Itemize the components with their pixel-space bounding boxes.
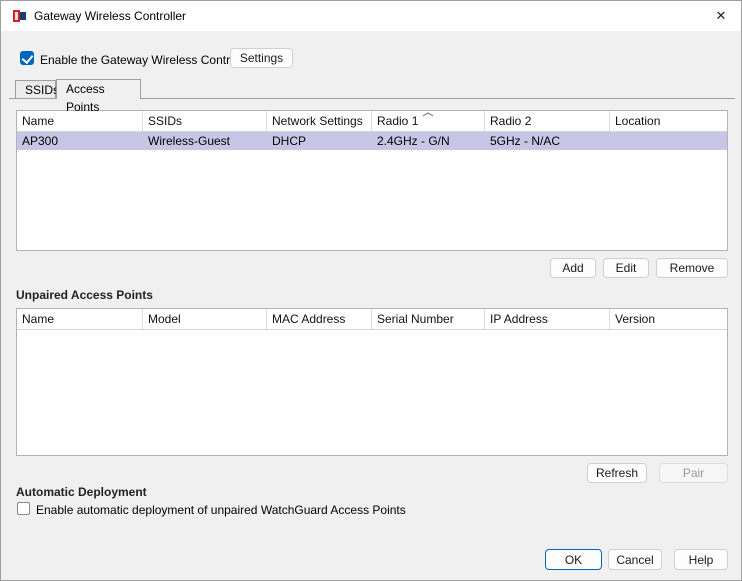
automatic-deployment-heading: Automatic Deployment (16, 485, 147, 499)
column-header-radio1[interactable]: Radio 1 (372, 111, 485, 131)
column-header-radio2[interactable]: Radio 2 (485, 111, 610, 131)
app-icon (12, 8, 28, 24)
remove-button[interactable]: Remove (656, 258, 728, 278)
cell-ssids: Wireless-Guest (148, 134, 231, 148)
auto-deploy-label: Enable automatic deployment of unpaired … (36, 503, 406, 517)
gateway-wireless-controller-dialog: Gateway Wireless Controller ✕ Enable the… (0, 0, 742, 581)
settings-button[interactable]: Settings (230, 48, 293, 68)
cell-radio1: 2.4GHz - G/N (377, 134, 450, 148)
cell-name: AP300 (22, 134, 59, 148)
unpaired-heading: Unpaired Access Points (16, 288, 153, 302)
table-row[interactable]: AP300 Wireless-Guest DHCP 2.4GHz - G/N 5… (17, 132, 727, 150)
tab-ssids[interactable]: SSIDs (15, 80, 59, 99)
unpaired-table: Name Model MAC Address Serial Number IP … (16, 308, 728, 456)
help-button[interactable]: Help (674, 549, 728, 570)
edit-button[interactable]: Edit (603, 258, 649, 278)
access-points-table: Name SSIDs Network Settings Radio 1 Radi… (16, 110, 728, 251)
title-bar: Gateway Wireless Controller ✕ (1, 1, 741, 31)
cell-network-settings: DHCP (272, 134, 307, 148)
column-header-ip-address[interactable]: IP Address (485, 309, 610, 329)
refresh-button[interactable]: Refresh (587, 463, 647, 483)
pair-button: Pair (659, 463, 728, 483)
column-header-ssids[interactable]: SSIDs (143, 111, 267, 131)
unpaired-table-header: Name Model MAC Address Serial Number IP … (17, 309, 727, 330)
cell-location (610, 132, 727, 150)
cell-radio2: 5GHz - N/AC (490, 134, 561, 148)
access-points-table-header: Name SSIDs Network Settings Radio 1 Radi… (17, 111, 727, 132)
column-header-mac-address[interactable]: MAC Address (267, 309, 372, 329)
column-header-serial-number[interactable]: Serial Number (372, 309, 485, 329)
add-button[interactable]: Add (550, 258, 596, 278)
tab-access-points[interactable]: Access Points (56, 79, 141, 114)
auto-deploy-checkbox[interactable] (17, 502, 30, 515)
ok-button[interactable]: OK (545, 549, 602, 570)
column-header-location[interactable]: Location (610, 111, 727, 131)
sort-asc-icon (422, 111, 434, 117)
column-header-network-settings[interactable]: Network Settings (267, 111, 372, 131)
window-title: Gateway Wireless Controller (34, 9, 187, 23)
column-header-version[interactable]: Version (610, 309, 727, 329)
column-header-model[interactable]: Model (143, 309, 267, 329)
enable-controller-checkbox[interactable] (20, 51, 34, 65)
column-header-name[interactable]: Name (17, 309, 143, 329)
enable-controller-label: Enable the Gateway Wireless Controller (40, 53, 253, 67)
close-icon[interactable]: ✕ (701, 1, 741, 31)
cancel-button[interactable]: Cancel (608, 549, 662, 570)
